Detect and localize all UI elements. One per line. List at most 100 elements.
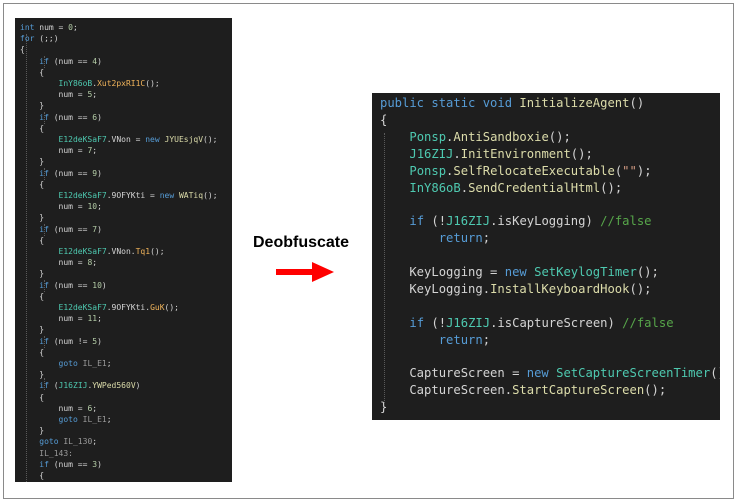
code-token: {	[380, 112, 388, 127]
code-token: if	[39, 336, 49, 346]
code-token: StartCaptureScreen	[512, 383, 645, 398]
code-token: new	[504, 265, 527, 279]
code-line: goto IL_E1;	[20, 360, 112, 368]
code-line: for (;;)	[20, 35, 59, 43]
code-token: WATiq	[178, 191, 204, 200]
code-token: ();	[164, 303, 179, 312]
code-token: goto	[39, 437, 59, 447]
code-token: num =	[34, 23, 69, 32]
code-token: num =	[20, 146, 88, 156]
code-token: (!	[424, 315, 447, 330]
code-line: if (num == 10)	[20, 280, 107, 290]
code-line: E12deKSaF7.VNon.Tq1();	[20, 248, 165, 256]
code-token: YWPed560V	[92, 381, 136, 391]
code-token: }	[20, 269, 45, 279]
code-line: {	[20, 68, 44, 77]
code-token: //false	[600, 214, 652, 229]
code-token: int	[20, 23, 35, 32]
code-token: if	[39, 56, 49, 66]
code-line: CaptureScreen.StartCaptureScreen();	[380, 383, 666, 397]
code-line: return;	[380, 231, 490, 245]
code-token: num =	[20, 202, 88, 212]
code-token: num =	[20, 90, 88, 100]
code-token: CaptureScreen.	[380, 383, 513, 398]
code-line: int num = 0;	[20, 24, 78, 32]
code-token: SetKeylogTimer	[534, 265, 637, 279]
code-token: ();	[570, 146, 593, 161]
code-token: public static void	[380, 96, 513, 110]
deobfuscated-code-panel: public static void InitializeAgent() { Po…	[372, 93, 720, 420]
code-token: if	[409, 315, 425, 330]
code-token: goto	[58, 359, 78, 368]
code-token: num =	[20, 258, 88, 268]
code-token: if	[39, 168, 49, 178]
code-line: {	[20, 393, 44, 402]
code-line: KeyLogging = new SetKeylogTimer();	[380, 265, 659, 279]
code-line: J16ZIJ.InitEnvironment();	[380, 146, 593, 161]
deobfuscate-label: Deobfuscate	[253, 234, 350, 251]
code-line: {	[20, 46, 25, 54]
code-token: }	[20, 213, 45, 223]
code-token: ;	[97, 314, 102, 324]
code-line: if (num == 9)	[20, 168, 102, 178]
code-token: {	[20, 123, 45, 133]
code-token: if	[409, 214, 425, 229]
code-token: ();	[636, 265, 659, 279]
code-token: ;	[482, 332, 491, 347]
code-token: if	[39, 381, 49, 391]
code-token: )	[97, 112, 102, 122]
code-token: J16ZIJ	[58, 381, 88, 391]
code-token: E12deKSaF7	[58, 303, 107, 312]
code-token: );	[636, 163, 652, 178]
code-token: (;;)	[34, 34, 59, 44]
code-line: {	[20, 179, 45, 189]
code-token: 11	[87, 314, 98, 324]
code-token: Ponsp	[409, 163, 447, 178]
code-token: ;	[106, 415, 112, 424]
code-token: {	[20, 179, 45, 189]
code-line: }	[20, 371, 44, 379]
code-token: CaptureScreen =	[380, 366, 527, 381]
code-token: E12deKSaF7	[58, 135, 107, 144]
code-token: }	[380, 400, 388, 415]
code-token: {	[20, 291, 45, 301]
code-token: }	[20, 325, 45, 335]
code-token: new	[159, 191, 175, 200]
code-token: ;	[73, 23, 78, 32]
code-line: if (J16ZIJ.YWPed560V)	[20, 382, 140, 390]
code-token: IL_E1	[82, 359, 107, 368]
code-token: new	[526, 366, 549, 381]
code-token: (!	[424, 214, 447, 229]
code-token: num =	[20, 403, 88, 413]
obfuscated-code-panel: int num = 0; for (;;) { if (num == 4) { In…	[15, 18, 232, 482]
code-token: {	[20, 235, 45, 245]
code-token: JYUEsjqV	[164, 135, 204, 144]
code-token: )	[97, 224, 102, 234]
code-token: IL_E1	[82, 415, 107, 424]
code-line: }	[20, 102, 44, 110]
code-token: (	[48, 381, 59, 391]
code-token: .	[460, 180, 469, 195]
code-token: ;	[92, 437, 98, 447]
code-token: {	[20, 45, 25, 55]
code-token: )	[97, 336, 102, 346]
code-line: }	[380, 400, 387, 414]
code-token: .VNon =	[106, 135, 146, 144]
code-line: num = 6;	[20, 403, 98, 413]
red-arrow-icon	[276, 262, 334, 282]
code-line: goto IL_130;	[20, 438, 97, 446]
code-token: )	[101, 280, 107, 290]
code-token: }	[20, 426, 45, 436]
code-token: {	[20, 471, 45, 480]
code-token: Xut2pxRI1C	[97, 79, 146, 88]
code-token: .9OFYKti.	[106, 303, 151, 312]
